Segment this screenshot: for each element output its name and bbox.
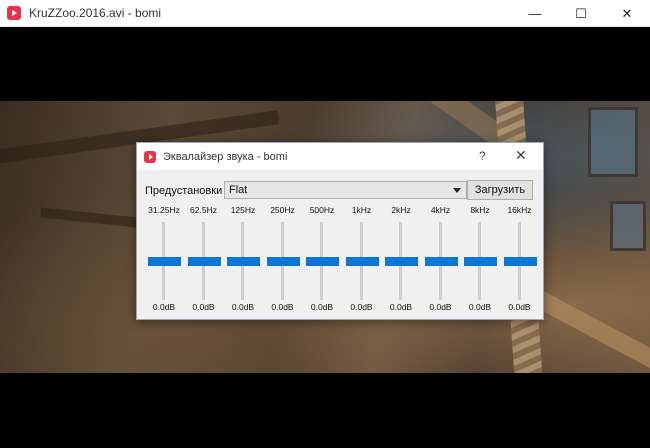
equalizer-band: 16kHz 0.0dB bbox=[500, 205, 540, 315]
band-gain-value: 0.0dB bbox=[508, 302, 531, 312]
band-gain-value: 0.0dB bbox=[152, 302, 176, 312]
band-slider-thumb[interactable] bbox=[385, 256, 418, 266]
band-frequency-label: 31.25Hz bbox=[148, 205, 180, 215]
minimize-icon: — bbox=[528, 6, 542, 21]
band-slider-thumb[interactable] bbox=[148, 256, 181, 266]
dialog-close-icon[interactable]: ✕ bbox=[515, 147, 527, 164]
band-frequency-label: 62.5Hz bbox=[190, 205, 217, 215]
equalizer-band: 31.25Hz 0.0dB bbox=[144, 205, 184, 315]
close-button[interactable]: ✕ bbox=[604, 0, 650, 27]
equalizer-band: 250Hz 0.0dB bbox=[263, 205, 303, 315]
load-button[interactable]: Загрузить bbox=[467, 180, 533, 200]
preset-row: Предустановки Flat bbox=[145, 181, 467, 201]
window-controls: — ☐ ✕ bbox=[512, 0, 650, 27]
equalizer-band: 8kHz 0.0dB bbox=[460, 205, 500, 315]
band-gain-value: 0.0dB bbox=[429, 302, 452, 312]
equalizer-band: 1kHz 0.0dB bbox=[342, 205, 382, 315]
band-slider-thumb[interactable] bbox=[424, 256, 458, 266]
maximize-button[interactable]: ☐ bbox=[558, 0, 604, 27]
dialog-title: Эквалайзер звука - bomi bbox=[163, 150, 288, 163]
preset-label: Предустановки bbox=[145, 185, 223, 197]
band-frequency-label: 125Hz bbox=[230, 205, 256, 215]
band-gain-value: 0.0dB bbox=[468, 302, 492, 312]
band-gain-value: 0.0dB bbox=[231, 302, 255, 312]
band-frequency-label: 8kHz bbox=[470, 205, 490, 215]
band-gain-value: 0.0dB bbox=[389, 302, 413, 312]
equalizer-band: 62.5Hz 0.0dB bbox=[184, 205, 224, 315]
band-frequency-label: 250Hz bbox=[270, 205, 295, 215]
band-slider-thumb[interactable] bbox=[187, 256, 221, 266]
bomi-app-icon bbox=[7, 6, 21, 20]
close-icon: ✕ bbox=[621, 5, 633, 21]
equalizer-band: 4kHz 0.0dB bbox=[421, 205, 461, 315]
equalizer-band: 125Hz 0.0dB bbox=[223, 205, 263, 315]
band-slider-thumb[interactable] bbox=[503, 256, 537, 266]
maximize-icon: ☐ bbox=[575, 5, 587, 21]
band-gain-value: 0.0dB bbox=[350, 302, 373, 312]
equalizer-dialog: Эквалайзер звука - bomi ? ✕ Предустановк… bbox=[136, 142, 544, 320]
band-slider-thumb[interactable] bbox=[266, 256, 300, 266]
dialog-titlebar[interactable]: Эквалайзер звука - bomi ? ✕ bbox=[137, 143, 543, 170]
window-title: KruZZoo.2016.avi - bomi bbox=[29, 6, 162, 20]
band-slider-thumb[interactable] bbox=[464, 256, 497, 266]
band-frequency-label: 500Hz bbox=[309, 205, 335, 215]
band-frequency-label: 1kHz bbox=[351, 205, 372, 215]
equalizer-band: 2kHz 0.0dB bbox=[381, 205, 421, 315]
preset-select[interactable]: Flat bbox=[224, 181, 467, 199]
video-detail bbox=[588, 107, 638, 177]
band-gain-value: 0.0dB bbox=[192, 302, 215, 312]
preset-value: Flat bbox=[229, 184, 248, 196]
band-gain-value: 0.0dB bbox=[310, 302, 334, 312]
chevron-down-icon bbox=[453, 188, 461, 193]
help-icon[interactable]: ? bbox=[479, 149, 486, 163]
band-slider-thumb[interactable] bbox=[345, 256, 379, 266]
video-detail bbox=[610, 201, 646, 251]
bomi-app-icon bbox=[144, 150, 156, 163]
band-frequency-label: 16kHz bbox=[507, 205, 532, 215]
equalizer-band: 500Hz 0.0dB bbox=[302, 205, 342, 315]
main-titlebar[interactable]: KruZZoo.2016.avi - bomi — ☐ ✕ bbox=[0, 0, 650, 27]
band-gain-value: 0.0dB bbox=[271, 302, 294, 312]
band-frequency-label: 4kHz bbox=[430, 205, 451, 215]
band-slider-thumb[interactable] bbox=[227, 256, 260, 266]
minimize-button[interactable]: — bbox=[512, 0, 558, 27]
band-slider-thumb[interactable] bbox=[306, 256, 339, 266]
band-frequency-label: 2kHz bbox=[391, 205, 411, 215]
